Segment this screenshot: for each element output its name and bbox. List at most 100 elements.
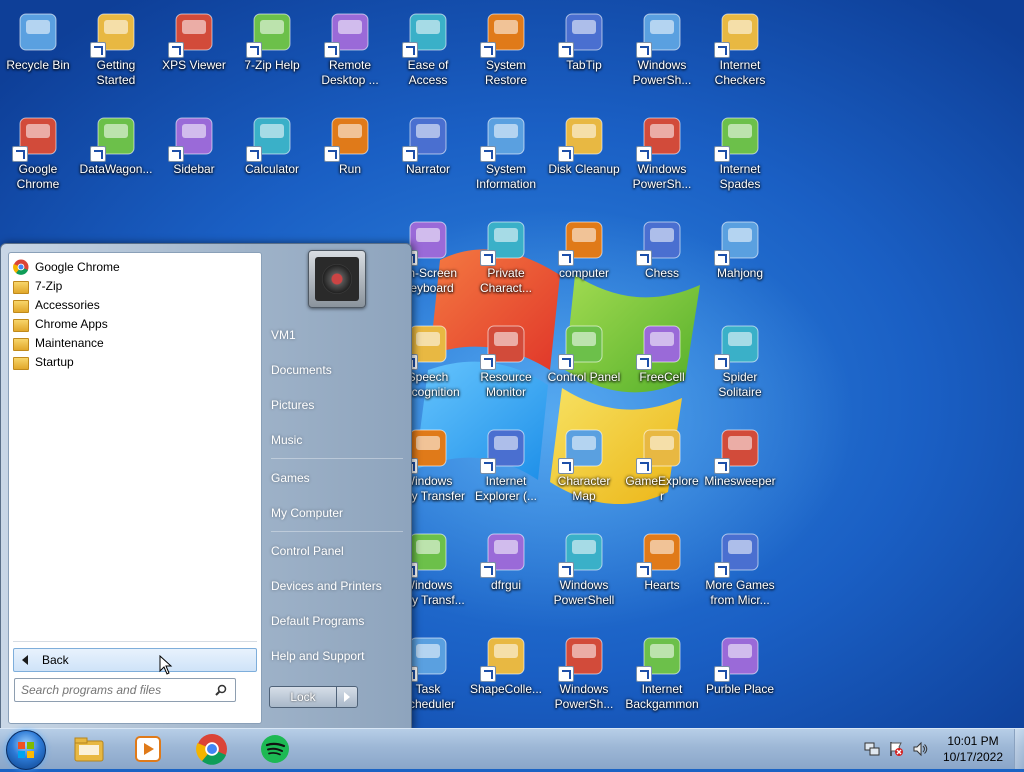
search-box[interactable] (14, 678, 236, 702)
desktop-icon[interactable]: Windows PowerShell (546, 524, 622, 624)
desktop-icon[interactable]: 7-Zip Help (234, 4, 310, 104)
checkers-icon (714, 8, 764, 58)
desktop-icon[interactable]: Run (312, 108, 388, 208)
desktop-icon[interactable]: Private Charact... (468, 212, 544, 312)
desktop-icon[interactable]: Purble Place (702, 628, 778, 728)
chrome-icon (196, 734, 227, 765)
program-label: Startup (35, 354, 74, 369)
desktop-icon[interactable]: XPS Viewer (156, 4, 232, 104)
desktop-icon[interactable]: Minesweeper (702, 420, 778, 520)
start-menu-right-pane: VM1 Documents Pictures Music Games My Co… (263, 244, 409, 729)
menu-games[interactable]: Games (271, 463, 407, 493)
desktop-icon-label: Windows PowerSh... (554, 682, 614, 711)
program-google-chrome[interactable]: Google Chrome (13, 257, 257, 276)
network-icon[interactable] (864, 741, 880, 757)
divider (13, 641, 257, 642)
desktop-icon[interactable]: Internet Checkers (702, 4, 778, 104)
menu-help-and-support[interactable]: Help and Support (271, 641, 407, 671)
menu-music[interactable]: Music (271, 425, 407, 455)
desktop-icon[interactable]: Windows PowerSh... (624, 4, 700, 104)
back-button[interactable]: Back (13, 648, 257, 672)
desktop-icon[interactable]: dfrgui (468, 524, 544, 624)
desktop-icon[interactable]: Narrator (390, 108, 466, 208)
desktop-icon-label: 7-Zip Help (244, 58, 300, 72)
desktop-icon[interactable]: Recycle Bin (0, 4, 76, 104)
search-input[interactable] (15, 682, 213, 698)
shortcut-arrow-icon (480, 562, 496, 578)
desktop-icon[interactable]: System Restore (468, 4, 544, 104)
desktop-icon[interactable]: Control Panel (546, 316, 622, 416)
media-player-icon (135, 736, 161, 762)
program-folder-7zip[interactable]: 7-Zip (13, 276, 257, 295)
spades-icon (714, 112, 764, 162)
start-button[interactable] (6, 730, 46, 770)
defrag-icon (480, 528, 530, 578)
desktop-icon[interactable]: Ease of Access (390, 4, 466, 104)
menu-documents[interactable]: Documents (271, 355, 407, 385)
volume-icon[interactable] (912, 741, 928, 757)
desktop-icon[interactable]: Internet Spades (702, 108, 778, 208)
taskbar-explorer[interactable] (71, 732, 107, 766)
desktop-icon-label: System Restore (484, 58, 528, 87)
remote-desktop-icon (324, 8, 374, 58)
desktop-icon[interactable]: Hearts (624, 524, 700, 624)
shortcut-arrow-icon (480, 354, 496, 370)
program-folder-startup[interactable]: Startup (13, 352, 257, 371)
desktop-icon[interactable]: Mahjong (702, 212, 778, 312)
desktop-icon[interactable]: Chess (624, 212, 700, 312)
shortcut-arrow-icon (714, 666, 730, 682)
shortcut-arrow-icon (558, 354, 574, 370)
desktop-icon[interactable]: System Information (468, 108, 544, 208)
action-center-flag-icon[interactable] (888, 741, 904, 757)
desktop-icon[interactable]: TabTip (546, 4, 622, 104)
clock[interactable]: 10:01 PM 10/17/2022 (936, 733, 1010, 765)
desktop-icon-label: Hearts (644, 578, 680, 592)
xps-viewer-icon (168, 8, 218, 58)
shortcut-arrow-icon (480, 458, 496, 474)
desktop-icon[interactable]: Remote Desktop ... (312, 4, 388, 104)
program-folder-chrome-apps[interactable]: Chrome Apps (13, 314, 257, 333)
desktop-icon[interactable]: computer (546, 212, 622, 312)
desktop-icon[interactable]: Internet Explorer (... (468, 420, 544, 520)
taskbar-media-player[interactable] (130, 732, 166, 766)
shortcut-arrow-icon (714, 458, 730, 474)
shortcut-arrow-icon (324, 146, 340, 162)
program-folder-accessories[interactable]: Accessories (13, 295, 257, 314)
menu-user-vm1[interactable]: VM1 (271, 320, 407, 350)
shutdown-options-arrow[interactable] (336, 686, 358, 708)
desktop-icon[interactable]: Windows PowerSh... (624, 108, 700, 208)
desktop-icon[interactable]: GameExplorer (624, 420, 700, 520)
desktop-icon[interactable]: Google Chrome (0, 108, 76, 208)
desktop-icon[interactable]: More Games from Micr... (702, 524, 778, 624)
desktop-icon[interactable]: Getting Started (78, 4, 154, 104)
show-desktop-button[interactable] (1014, 729, 1024, 769)
desktop-icon[interactable]: Internet Backgammon (624, 628, 700, 728)
menu-control-panel[interactable]: Control Panel (271, 536, 407, 566)
lock-button[interactable]: Lock (269, 686, 337, 708)
desktop-icon[interactable]: ShapeColle... (468, 628, 544, 728)
shortcut-arrow-icon (90, 146, 106, 162)
desktop-icon[interactable]: Spider Solitaire (702, 316, 778, 416)
menu-pictures[interactable]: Pictures (271, 390, 407, 420)
recycle-bin-icon (14, 8, 62, 56)
user-avatar[interactable] (308, 250, 366, 308)
chrome-icon (13, 259, 29, 275)
menu-devices-and-printers[interactable]: Devices and Printers (271, 571, 407, 601)
freecell-icon (636, 320, 686, 370)
private-character-icon (480, 216, 530, 266)
taskbar-spotify[interactable] (257, 732, 293, 766)
desktop-icon[interactable]: Character Map (546, 420, 622, 520)
menu-my-computer[interactable]: My Computer (271, 498, 407, 528)
desktop-icon-label: Windows PowerSh... (632, 58, 692, 87)
program-folder-maintenance[interactable]: Maintenance (13, 333, 257, 352)
desktop-icon[interactable]: FreeCell (624, 316, 700, 416)
taskbar-chrome[interactable] (194, 732, 230, 766)
desktop-icon[interactable]: Sidebar (156, 108, 232, 208)
desktop-icon[interactable]: DataWagon... (78, 108, 154, 208)
desktop-icon[interactable]: Calculator (234, 108, 310, 208)
desktop-icon[interactable]: Windows PowerSh... (546, 628, 622, 728)
desktop-icon[interactable]: Resource Monitor (468, 316, 544, 416)
desktop-icon[interactable]: Disk Cleanup (546, 108, 622, 208)
shortcut-arrow-icon (558, 458, 574, 474)
menu-default-programs[interactable]: Default Programs (271, 606, 407, 636)
